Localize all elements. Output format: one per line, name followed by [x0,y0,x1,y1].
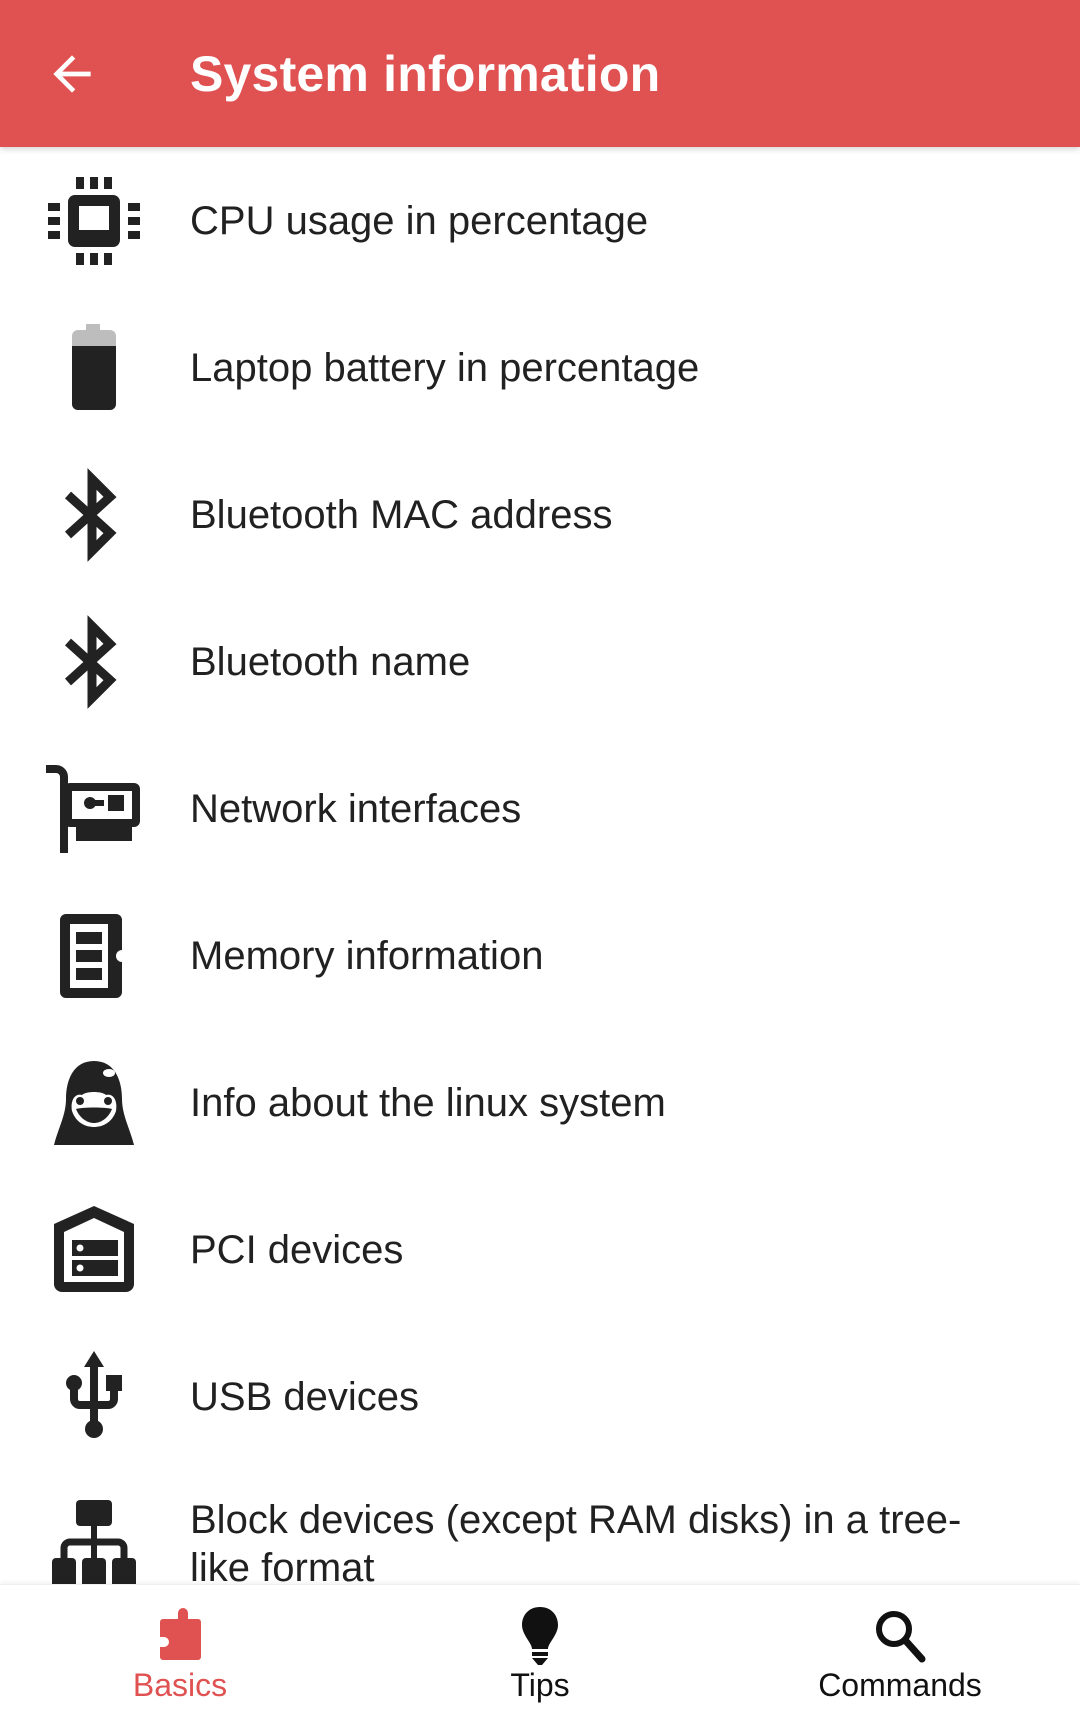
tab-commands[interactable]: Commands [720,1585,1080,1732]
memory-card-icon [44,911,144,1001]
cpu-chip-icon [44,176,144,266]
page-title: System information [190,46,661,102]
list-item-label: Network interfaces [190,786,522,831]
arrow-left-icon [53,55,91,93]
list-item-bluetooth-name[interactable]: Bluetooth name [0,588,1080,735]
back-button[interactable] [44,46,100,102]
list-item-label: USB devices [190,1374,419,1419]
tab-tips[interactable]: Tips [360,1585,720,1732]
list-item-label: Memory information [190,933,544,978]
tab-label: Commands [818,1667,982,1703]
sitemap-tree-icon [44,1499,144,1584]
list-item-network-interfaces[interactable]: Network interfaces [0,735,1080,882]
list-item-label: Block devices (except RAM disks) in a tr… [190,1498,962,1584]
list-item-label: PCI devices [190,1227,404,1272]
command-list: CPU usage in percentage Laptop battery i… [0,147,1080,1584]
list-item-label: Bluetooth MAC address [190,492,613,537]
bluetooth-icon [44,615,144,709]
lightbulb-icon [510,1605,570,1665]
list-item-usb-devices[interactable]: USB devices [0,1323,1080,1470]
list-item-cpu-usage[interactable]: CPU usage in percentage [0,147,1080,294]
puzzle-piece-icon [150,1605,210,1665]
list-item-battery[interactable]: Laptop battery in percentage [0,294,1080,441]
bottom-navigation: Basics Tips Commands [0,1584,1080,1732]
tab-basics[interactable]: Basics [0,1585,360,1732]
list-item-linux-info[interactable]: Info about the linux system [0,1029,1080,1176]
battery-icon [44,323,144,413]
list-item-pci-devices[interactable]: PCI devices [0,1176,1080,1323]
search-icon [870,1605,930,1665]
list-item-label: Bluetooth name [190,639,471,684]
list-item-block-devices[interactable]: Block devices (except RAM disks) in a tr… [0,1470,1080,1584]
app-bar: System information [0,0,1080,147]
usb-icon [44,1351,144,1442]
tab-label: Tips [510,1667,570,1703]
bluetooth-icon [44,468,144,562]
list-item-label: Laptop battery in percentage [190,345,700,390]
list-item-label: Info about the linux system [190,1080,666,1125]
linux-penguin-icon [44,1058,144,1148]
list-item-memory[interactable]: Memory information [0,882,1080,1029]
tab-label: Basics [132,1667,228,1703]
network-card-icon [44,764,144,854]
list-item-label: CPU usage in percentage [190,198,649,243]
server-storage-icon [44,1205,144,1295]
list-item-bluetooth-mac[interactable]: Bluetooth MAC address [0,441,1080,588]
